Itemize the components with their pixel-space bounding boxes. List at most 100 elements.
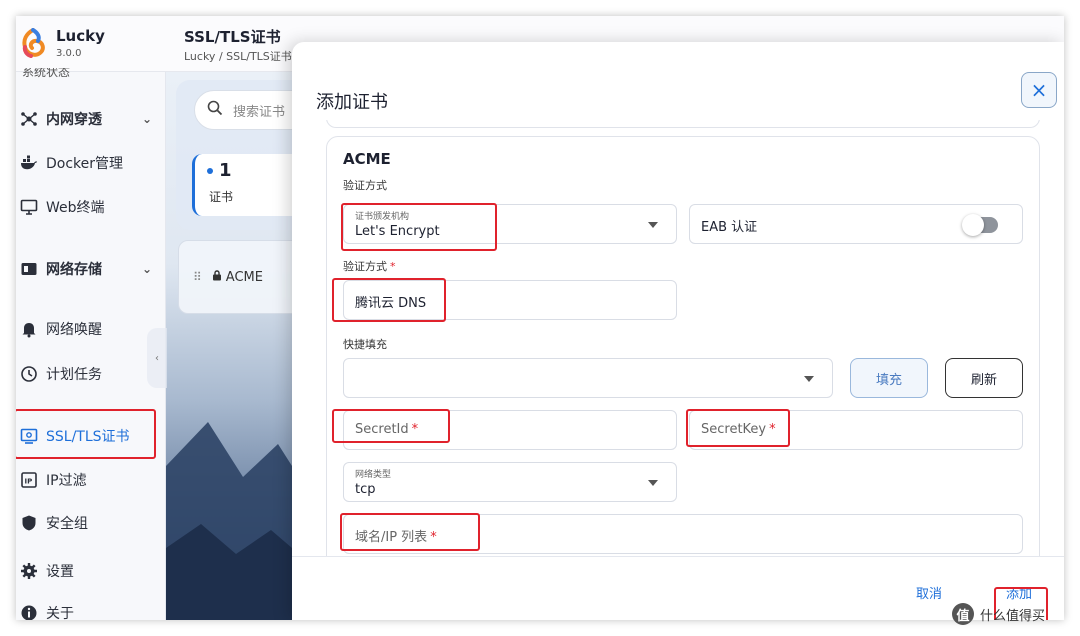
certificate-name: ACME — [225, 269, 263, 285]
brand-header: Lucky 3.0.0 — [16, 16, 166, 72]
sidebar-item-web-terminal[interactable]: Web终端 — [20, 192, 156, 222]
ip-filter-icon: IP — [20, 471, 38, 489]
search-icon — [207, 100, 223, 120]
network-type-select[interactable]: 网络类型 tcp — [343, 462, 677, 502]
chevron-down-icon: ⌄ — [141, 112, 152, 126]
required-mark: * — [390, 260, 396, 273]
secret-id-input[interactable]: SecretId * — [343, 410, 677, 450]
sidebar-item-label: 内网穿透 — [46, 112, 102, 128]
sidebar-item-label: 关于 — [46, 606, 74, 620]
toggle-knob — [962, 214, 984, 236]
sidebar-item-label: SSL/TLS证书 — [46, 429, 130, 445]
sidebar-item-label: IP过滤 — [46, 473, 87, 489]
eab-toggle[interactable] — [962, 214, 998, 236]
dns-provider-select[interactable]: 腾讯云 DNS — [343, 280, 677, 320]
ca-select-label: 证书颁发机构 — [355, 212, 410, 222]
breadcrumb[interactable]: Lucky / SSL/TLS证书 — [184, 48, 292, 64]
network-type-value: tcp — [355, 482, 376, 497]
sidebar-item-ip-filter[interactable]: IP IP过滤 — [20, 465, 156, 495]
certificate-count-card: 1 证书 — [192, 154, 302, 216]
chevron-down-icon — [648, 222, 658, 228]
secret-key-input[interactable]: SecretKey * — [689, 410, 1023, 450]
sidebar-item-cut[interactable]: 系统状态 — [22, 68, 70, 80]
watermark-text: 什么值得买 — [980, 608, 1046, 624]
sidebar-item-ssl-tls[interactable]: SSL/TLS证书 — [20, 421, 156, 451]
required-mark: * — [769, 422, 776, 437]
svg-text:IP: IP — [25, 478, 33, 486]
dns-method-label: 验证方式 * — [343, 258, 396, 274]
sidebar-item-about[interactable]: 关于 — [20, 598, 156, 620]
required-mark: * — [411, 422, 419, 437]
storage-icon — [20, 260, 38, 278]
network-icon — [20, 110, 38, 128]
gear-icon — [20, 562, 38, 580]
app-name: Lucky — [56, 27, 105, 45]
clock-icon — [20, 365, 38, 383]
chevron-down-icon: ⌄ — [141, 262, 152, 276]
certificate-count-label: 证书 — [209, 190, 234, 204]
network-type-label: 网络类型 — [355, 470, 392, 480]
sidebar-item-wake-on-lan[interactable]: 网络唤醒 — [20, 314, 156, 344]
required-mark: * — [430, 530, 437, 545]
domain-list-placeholder: 域名/IP 列表 * — [355, 526, 437, 545]
docker-icon — [20, 154, 38, 172]
sidebar-item-docker[interactable]: Docker管理 — [20, 148, 156, 178]
ca-select[interactable]: 证书颁发机构 Let's Encrypt — [343, 204, 677, 244]
dialog-footer: 取消 添加 — [292, 556, 1064, 620]
sidebar-item-label: 网络存储 — [46, 262, 102, 278]
sidebar-item-scheduled-tasks[interactable]: 计划任务 — [20, 359, 156, 389]
domain-list-input[interactable]: 域名/IP 列表 * — [343, 514, 1023, 554]
watermark-badge: 值 — [952, 603, 974, 625]
sidebar-item-network-storage[interactable]: 网络存储 ⌄ — [20, 254, 156, 284]
eab-label: EAB 认证 — [701, 220, 758, 235]
chevron-down-icon — [804, 376, 814, 382]
app-window: Lucky 3.0.0 系统状态 内网穿透 ⌄ Docker管理 Web终端 网… — [16, 16, 1064, 620]
sidebar-item-label: Docker管理 — [46, 156, 124, 172]
quick-fill-label: 快捷填充 — [343, 338, 387, 351]
fill-button[interactable]: 填充 — [850, 358, 928, 398]
previous-section-card — [326, 120, 1040, 128]
certificate-count: 1 — [207, 160, 232, 181]
shield-icon — [20, 514, 38, 532]
sidebar-item-intranet[interactable]: 内网穿透 ⌄ — [20, 104, 156, 134]
drag-handle-icon[interactable]: ⠿ — [193, 270, 202, 284]
monitor-icon — [20, 198, 38, 216]
close-button[interactable]: × — [1021, 72, 1057, 108]
eab-field: EAB 认证 — [689, 204, 1023, 244]
sidebar-item-label: 安全组 — [46, 516, 88, 532]
search-placeholder: 搜索证书 — [233, 104, 286, 120]
collapse-sidebar-button[interactable]: ‹ — [147, 328, 167, 388]
lock-icon — [212, 270, 222, 284]
chevron-down-icon — [648, 480, 658, 486]
section-title: ACME — [343, 150, 391, 168]
cancel-button[interactable]: 取消 — [916, 583, 942, 602]
dns-method-label-text: 验证方式 — [343, 260, 387, 273]
secret-key-placeholder: SecretKey * — [701, 422, 776, 437]
secret-key-placeholder-text: SecretKey — [701, 422, 767, 437]
bell-icon — [20, 320, 38, 338]
info-icon — [20, 604, 38, 620]
lucky-logo-icon — [22, 28, 45, 58]
certificate-icon — [20, 427, 38, 445]
dialog-title: 添加证书 — [316, 92, 388, 113]
certificate-count-value: 1 — [219, 160, 232, 181]
quick-fill-select[interactable] — [343, 358, 833, 398]
sidebar: Lucky 3.0.0 系统状态 内网穿透 ⌄ Docker管理 Web终端 网… — [16, 16, 166, 620]
refresh-button[interactable]: 刷新 — [945, 358, 1023, 398]
sidebar-item-security-group[interactable]: 安全组 — [20, 508, 156, 538]
secret-id-placeholder-text: SecretId — [355, 422, 409, 437]
status-dot — [207, 168, 213, 174]
sidebar-item-label: 计划任务 — [46, 367, 102, 383]
ca-select-value: Let's Encrypt — [355, 224, 440, 239]
dns-provider-value: 腾讯云 DNS — [355, 296, 427, 311]
sidebar-item-label: Web终端 — [46, 200, 105, 216]
verify-method-label: 验证方式 — [343, 179, 387, 192]
domain-list-placeholder-text: 域名/IP 列表 — [355, 530, 428, 545]
certificate-list-item[interactable]: ⠿ ACME — [178, 240, 308, 314]
page-title: SSL/TLS证书 — [184, 28, 281, 46]
sidebar-item-label: 设置 — [46, 564, 74, 580]
add-button[interactable]: 添加 — [1006, 583, 1032, 602]
watermark: 值 什么值得买 — [952, 602, 1045, 626]
app-version: 3.0.0 — [56, 48, 82, 59]
sidebar-item-settings[interactable]: 设置 — [20, 556, 156, 586]
